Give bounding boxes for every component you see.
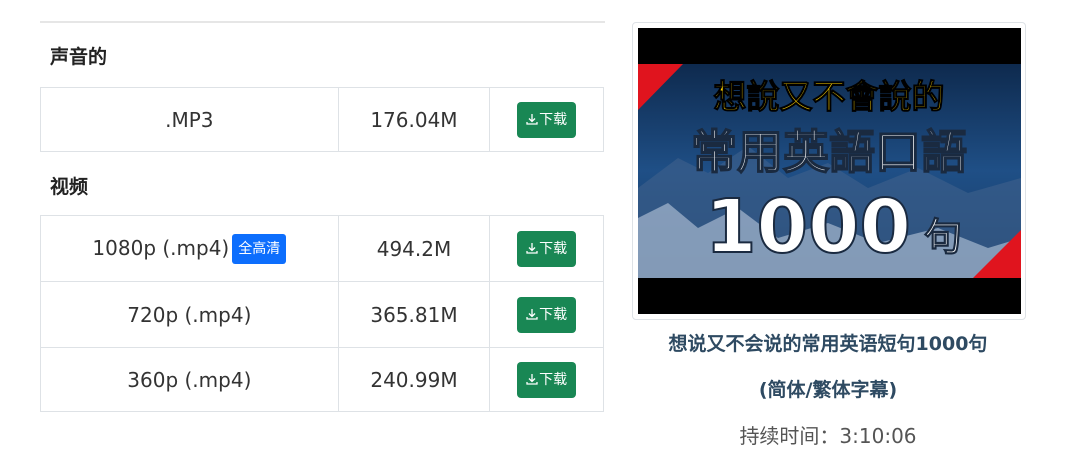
format-cell: 720p (.mp4) — [40, 281, 339, 348]
download-button-label: 下载 — [539, 306, 568, 323]
thumbnail-art: 想說又不會說的 常用英語口語 1000 句 — [638, 28, 1021, 314]
thumbnail-line2: 常用英語口語 — [691, 125, 967, 179]
divider — [40, 21, 605, 23]
download-button-label: 下载 — [539, 111, 568, 128]
download-button-360p[interactable]: 下载 — [517, 361, 577, 398]
download-options-panel: 声音的 .MP3 176.04M 下载 视频 1080p (.mp4) 全高清 4… — [40, 0, 605, 412]
size-cell: 176.04M — [337, 87, 491, 152]
download-icon — [526, 242, 538, 254]
download-button-label: 下载 — [539, 240, 568, 257]
table-row: 360p (.mp4) 240.99M 下载 — [40, 347, 604, 412]
full-hd-badge: 全高清 — [232, 233, 287, 264]
download-icon — [526, 308, 538, 320]
format-label: 1080p (.mp4) — [92, 235, 230, 260]
thumbnail-number: 1000 — [705, 184, 911, 270]
table-row: 720p (.mp4) 365.81M 下载 — [40, 281, 604, 348]
video-thumbnail[interactable]: 想說又不會說的 常用英語口語 1000 句 — [638, 28, 1021, 314]
video-duration: 持续时间：3:10:06 — [739, 424, 917, 448]
size-cell: 365.81M — [337, 281, 491, 348]
button-cell: 下载 — [489, 87, 604, 152]
format-cell: 1080p (.mp4) 全高清 — [40, 215, 339, 282]
audio-section-title: 声音的 — [50, 46, 108, 68]
format-cell: .MP3 — [40, 87, 339, 152]
button-cell: 下载 — [489, 347, 604, 412]
size-cell: 240.99M — [337, 347, 491, 412]
download-button-720p[interactable]: 下载 — [517, 296, 577, 333]
size-cell: 494.2M — [337, 215, 491, 282]
table-row: .MP3 176.04M 下载 — [40, 87, 604, 152]
audio-table: .MP3 176.04M 下载 — [40, 87, 604, 152]
format-cell: 360p (.mp4) — [40, 347, 339, 412]
download-button-1080p[interactable]: 下载 — [517, 230, 577, 267]
download-icon — [526, 113, 538, 125]
video-table: 1080p (.mp4) 全高清 494.2M 下载 720p (.mp4) 36… — [40, 215, 604, 412]
video-thumbnail-frame[interactable]: 想說又不會說的 常用英語口語 1000 句 — [632, 22, 1026, 320]
thumbnail-unit: 句 — [924, 215, 962, 259]
button-cell: 下载 — [489, 281, 604, 348]
thumbnail-line1: 想說又不會說的 — [714, 77, 945, 116]
download-icon — [526, 373, 538, 385]
download-button-mp3[interactable]: 下载 — [517, 101, 577, 138]
table-row: 1080p (.mp4) 全高清 494.2M 下载 — [40, 215, 604, 282]
video-section-title: 视频 — [50, 176, 89, 198]
download-button-label: 下载 — [539, 371, 568, 388]
video-title: 想说又不会说的常用英语短句1000句 — [668, 333, 988, 355]
button-cell: 下载 — [489, 215, 604, 282]
video-subtitle: (简体/繁体字幕) — [758, 379, 898, 401]
